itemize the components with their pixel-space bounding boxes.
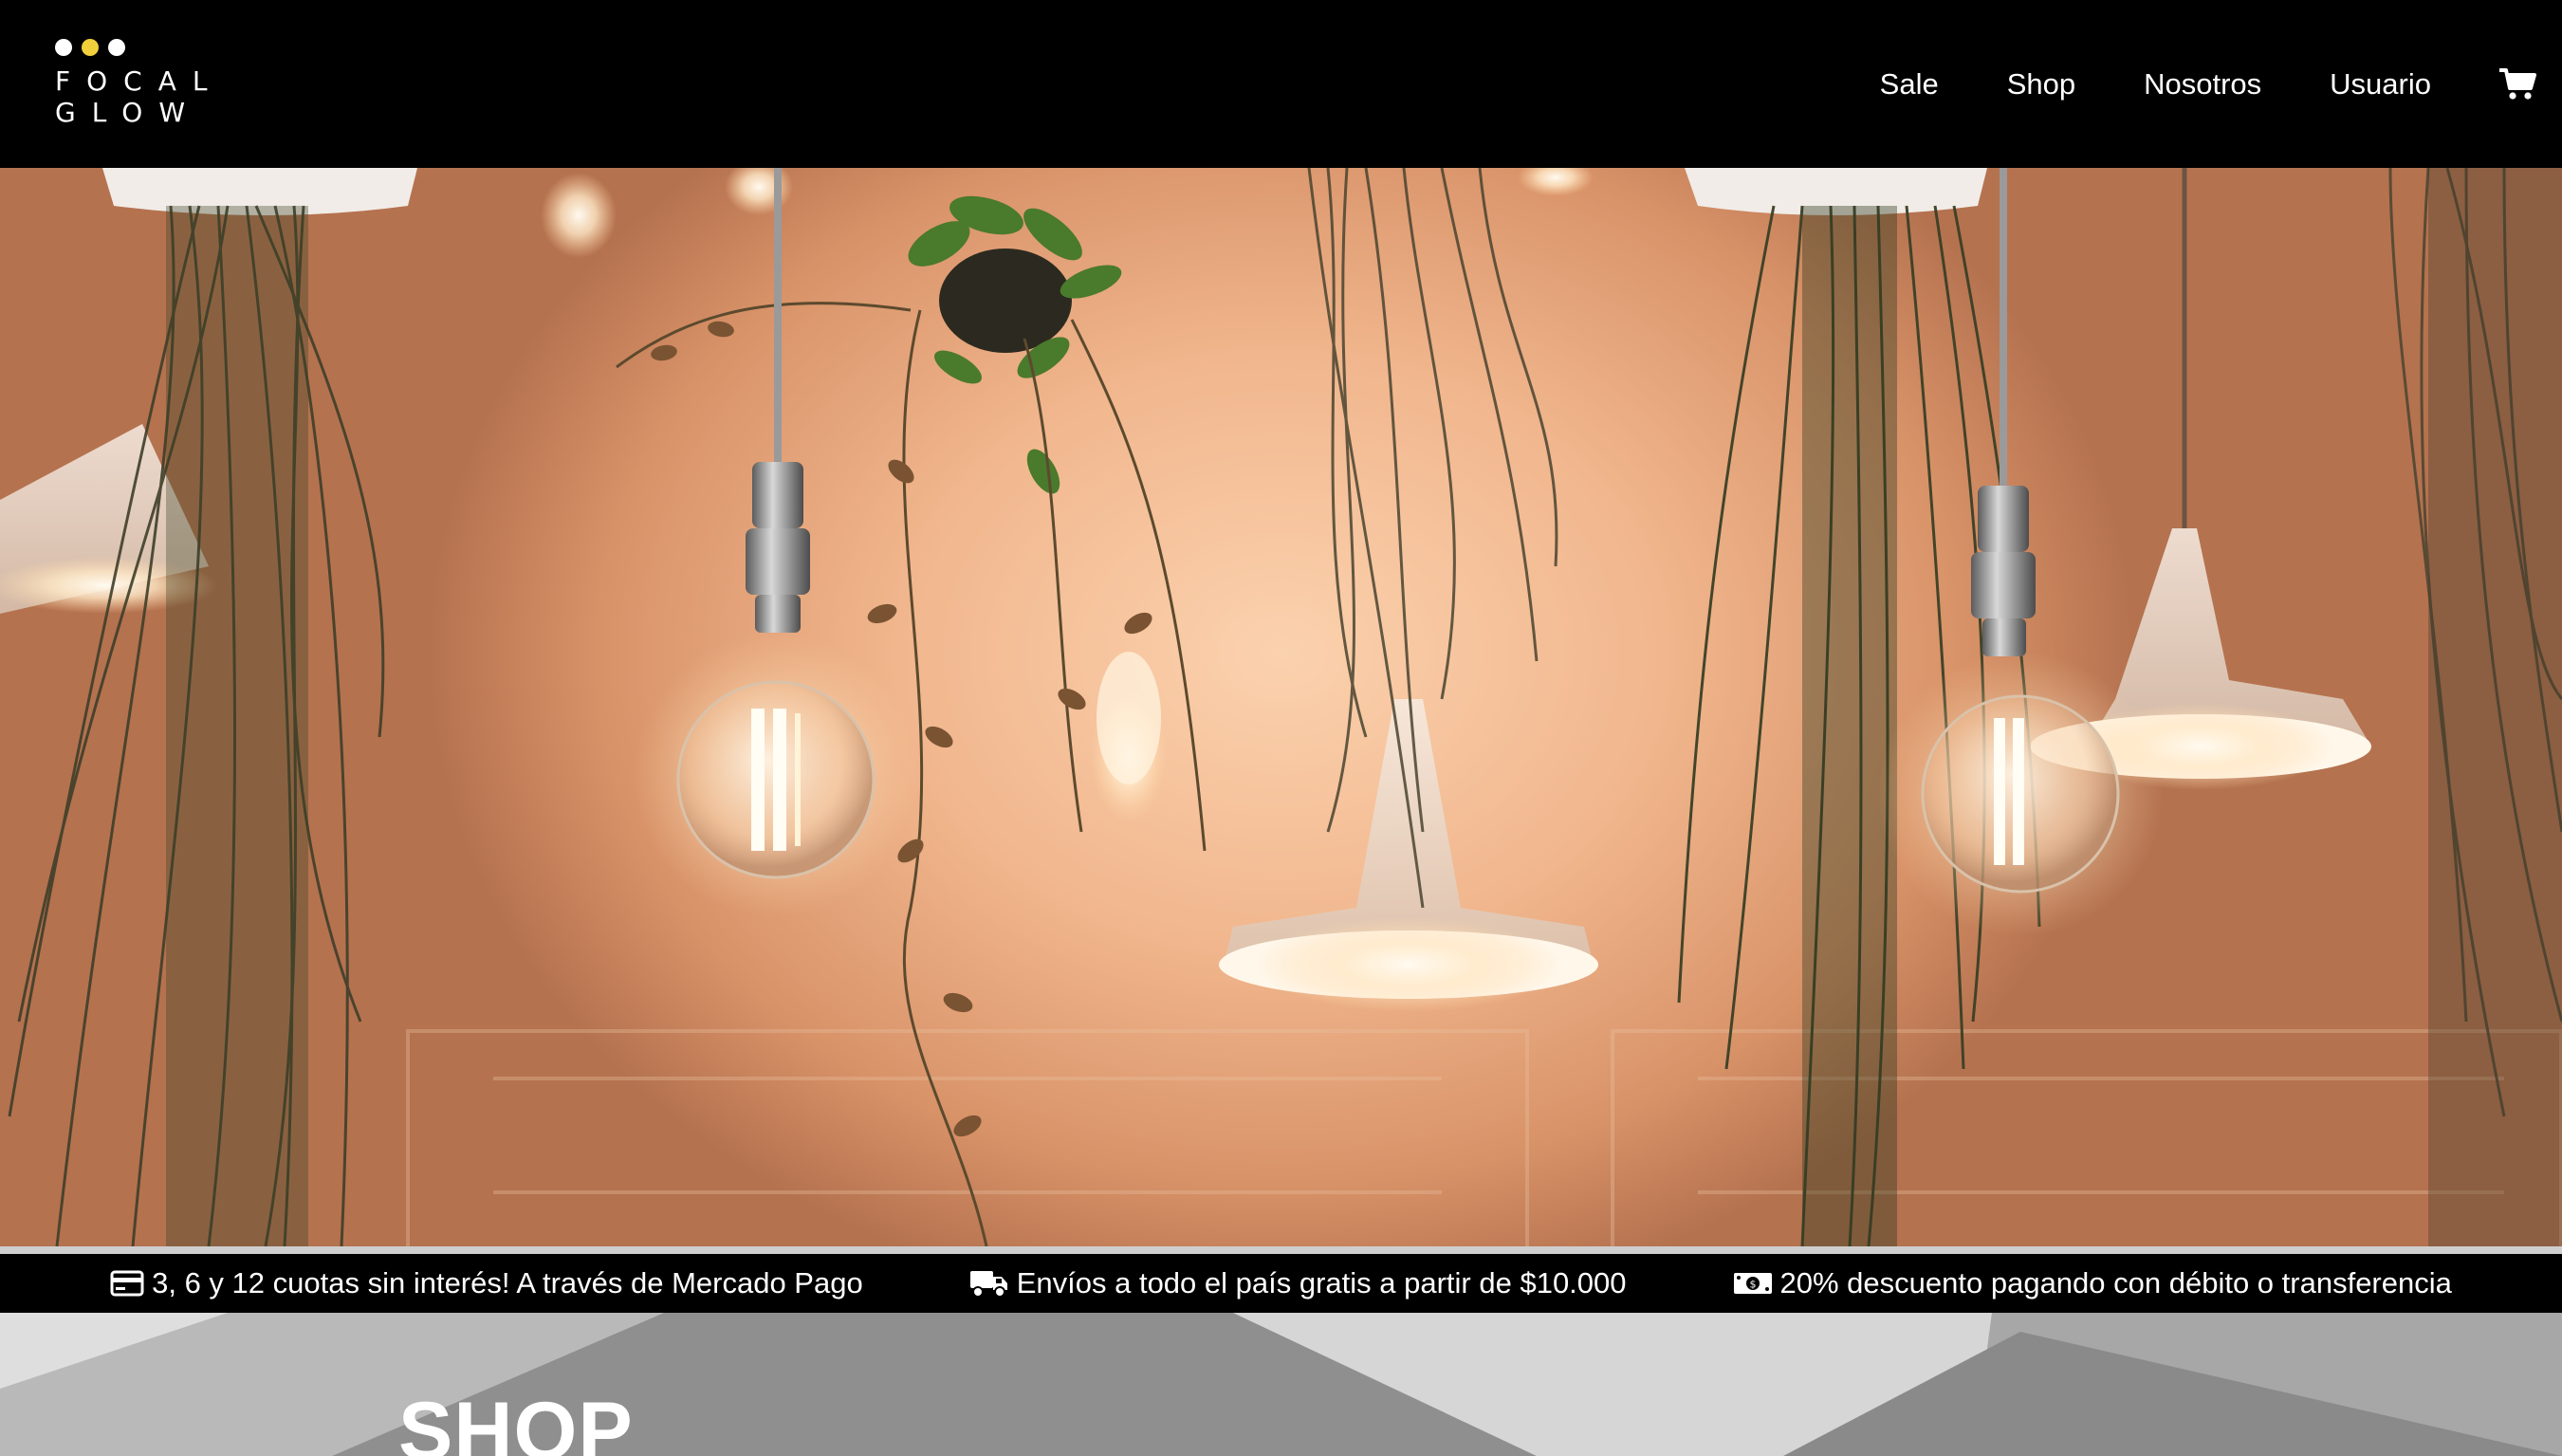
truck-icon (969, 1269, 1009, 1298)
info-item-shipping: Envíos a todo el país gratis a partir de… (969, 1266, 1627, 1300)
shop-title: SHOP (398, 1386, 634, 1456)
info-item-installments: 3, 6 y 12 cuotas sin interés! A través d… (110, 1266, 863, 1300)
focal-glow-logo[interactable]: FOCAL GLOW (55, 37, 207, 132)
logo-dot (108, 38, 125, 56)
info-text-discount: 20% descuento pagando con débito o trans… (1779, 1266, 2452, 1299)
logo-dot-accent (82, 38, 99, 56)
promo-info-bar: 3, 6 y 12 cuotas sin interés! A través d… (0, 1246, 2562, 1313)
shop-section: SHOP (0, 1313, 2562, 1456)
info-text-installments: 3, 6 y 12 cuotas sin interés! A través d… (152, 1266, 863, 1299)
logo-text-line1: FOCAL (55, 65, 224, 97)
main-nav: Sale Shop Nosotros Usuario (1812, 0, 2539, 168)
logo-text-line2: GLOW (55, 96, 202, 128)
money-bill-icon: $ (1733, 1270, 1773, 1297)
edison-bulb-right (1878, 168, 2163, 936)
edison-bulb-left (634, 168, 918, 917)
info-text-shipping: Envíos a todo el país gratis a partir de… (1016, 1266, 1627, 1299)
logo-dot (55, 38, 72, 56)
pendant-shade-center (1219, 699, 1598, 1012)
svg-text:$: $ (1749, 1279, 1756, 1291)
info-item-discount: $ 20% descuento pagando con débito o tra… (1733, 1266, 2452, 1300)
hero-illustration (0, 168, 2562, 1246)
shopping-cart-icon[interactable] (2497, 65, 2539, 103)
logo-dots (55, 38, 125, 56)
nav-link-shop[interactable]: Shop (2007, 69, 2075, 99)
nav-link-usuario[interactable]: Usuario (2330, 69, 2431, 99)
top-navbar: FOCAL GLOW Sale Shop Nosotros Usuario (0, 0, 2562, 168)
geometric-background (0, 1313, 2562, 1456)
credit-card-icon (110, 1270, 144, 1297)
nav-link-nosotros[interactable]: Nosotros (2144, 69, 2261, 99)
nav-link-sale[interactable]: Sale (1880, 69, 1939, 99)
hero-banner (0, 168, 2562, 1246)
